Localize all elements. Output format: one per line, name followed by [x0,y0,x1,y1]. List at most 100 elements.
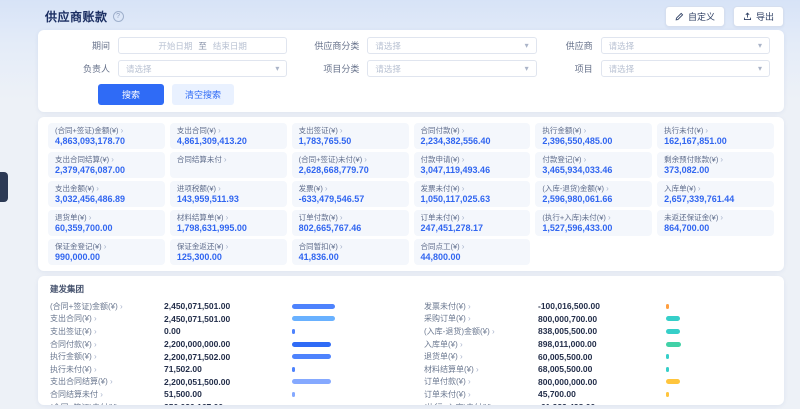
metric-label[interactable]: 执行未付(¥) › [50,364,164,375]
chevron-right-icon: › [94,327,97,336]
chevron-right-icon: › [698,184,701,193]
stat-tile[interactable]: 剩余预付账款(¥) ›373,082.00 [657,152,774,178]
stat-tile[interactable]: 退货单(¥) ›60,359,700.00 [48,210,165,236]
chevron-right-icon: › [94,340,97,349]
supplier-category-select[interactable]: 请选择▾ [367,37,536,54]
stat-tile[interactable]: 材料结算单(¥) ›1,798,631,995.00 [170,210,287,236]
stat-value: 3,047,119,493.46 [421,165,524,175]
metric-label[interactable]: (合同+签证)未付(¥) › [50,402,164,405]
metric-label[interactable]: (执行+入库)未付(¥) › [424,402,538,405]
metric-label[interactable]: 支出签证(¥) › [50,326,164,337]
project-select[interactable]: 请选择▾ [601,60,770,77]
chevron-down-icon: ▾ [758,65,762,73]
metric-bar [292,379,331,384]
stat-tile[interactable]: 保证金返还(¥) ›125,300.00 [170,239,287,265]
chevron-right-icon: › [111,155,114,164]
chevron-right-icon: › [94,352,97,361]
chevron-right-icon: › [120,302,123,311]
stat-tile[interactable]: 合同暂扣(¥) ›41,836.00 [292,239,409,265]
help-icon[interactable]: ? [113,11,124,22]
metric-label[interactable]: 发票未付(¥) › [424,301,538,312]
stat-tile[interactable]: 订单付款(¥) ›802,665,767.46 [292,210,409,236]
metric-label[interactable]: 采购订单(¥) › [424,313,538,324]
metric-row: (入库-退货)金额(¥) ›838,005,500.00 [424,325,772,338]
stat-tile[interactable]: 保证金登记(¥) ›990,000.00 [48,239,165,265]
period-daterange[interactable]: 开始日期至结束日期 [118,37,287,54]
metric-label[interactable]: 支出合同结算(¥) › [50,376,164,387]
chevron-right-icon: › [462,213,465,222]
stat-tile[interactable]: 支出签证(¥) ›1,783,765.50 [292,123,409,149]
stat-value: 1,527,596,433.00 [542,223,645,233]
stat-tile[interactable]: 合同结算未付 › [170,152,287,178]
metric-label[interactable]: 退货单(¥) › [424,351,538,362]
stat-tile[interactable]: 发票(¥) ›-633,479,546.57 [292,181,409,207]
stat-tile[interactable]: 支出合同结算(¥) ›2,379,476,087.00 [48,152,165,178]
chevron-right-icon: › [226,213,229,222]
chevron-right-icon: › [705,126,708,135]
supplier-select[interactable]: 请选择▾ [601,37,770,54]
stat-tile[interactable]: 执行金额(¥) ›2,396,550,485.00 [535,123,652,149]
chevron-right-icon: › [224,155,227,164]
stat-tile[interactable]: 支出金额(¥) ›3,032,456,486.89 [48,181,165,207]
metric-label[interactable]: (入库-退货)金额(¥) › [424,326,538,337]
filter-label: 期间 [52,39,110,52]
chevron-right-icon: › [584,155,587,164]
stat-label: 进项税额(¥) › [177,184,280,193]
stat-tile[interactable]: 入库单(¥) ›2,657,339,761.44 [657,181,774,207]
page-title: 供应商账款 [45,8,108,25]
metric-label[interactable]: 支出合同(¥) › [50,313,164,324]
metric-label[interactable]: (合同+签证)金额(¥) › [50,301,164,312]
stat-tile[interactable]: 订单未付(¥) ›247,451,278.17 [414,210,531,236]
stat-tile[interactable]: 合同点工(¥) ›44,800.00 [414,239,531,265]
clear-search-button[interactable]: 清空搜索 [172,84,234,105]
metric-label[interactable]: 订单付款(¥) › [424,376,538,387]
metric-label[interactable]: 入库单(¥) › [424,339,538,350]
metric-label[interactable]: 订单未付(¥) › [424,389,538,400]
chevron-right-icon: › [89,213,92,222]
stat-label: 合同暂扣(¥) › [299,242,402,251]
stat-value: 1,798,631,995.00 [177,223,280,233]
metric-value: 2,450,071,501.00 [164,301,292,311]
filter-grid: 期间开始日期至结束日期供应商分类请选择▾供应商请选择▾负责人请选择▾项目分类请选… [52,37,770,77]
metric-value: 51,500.00 [164,389,292,399]
stat-label: 执行未付(¥) › [664,126,767,135]
metric-row: 执行金额(¥) ›2,200,071,502.00 [50,350,398,363]
metric-label[interactable]: 执行金额(¥) › [50,351,164,362]
metric-value: 2,200,051,500.00 [164,377,292,387]
stat-tile[interactable]: (合同+签证)金额(¥) ›4,863,093,178.70 [48,123,165,149]
owner-select[interactable]: 请选择▾ [118,60,287,77]
stat-tile[interactable]: 执行未付(¥) ›162,167,851.00 [657,123,774,149]
metric-label[interactable]: 合同付款(¥) › [50,339,164,350]
project-category-select[interactable]: 请选择▾ [367,60,536,77]
search-button[interactable]: 搜索 [98,84,164,105]
stat-tile[interactable]: 发票未付(¥) ›1,050,117,025.63 [414,181,531,207]
stat-label: 保证金返还(¥) › [177,242,280,251]
stat-tile[interactable]: (入库-退货)金额(¥) ›2,596,980,061.66 [535,181,652,207]
stat-value: 1,050,117,025.63 [421,194,524,204]
stat-tile[interactable]: (执行+入库)未付(¥) ›1,527,596,433.00 [535,210,652,236]
drawer-handle[interactable] [0,172,8,202]
filter-label: 项目分类 [295,62,359,75]
metric-label[interactable]: 材料结算单(¥) › [424,364,538,375]
metric-row: (合同+签证)未付(¥) ›250,030,167.00 [50,401,398,405]
metric-value: -61,939,498.00 [538,402,666,405]
customize-button[interactable]: 自定义 [665,6,725,27]
export-label: 导出 [756,10,774,23]
stat-tile[interactable]: 进项税额(¥) ›143,959,511.93 [170,181,287,207]
stat-tile[interactable]: 合同付款(¥) ›2,234,382,556.40 [414,123,531,149]
stat-label: 未返还保证金(¥) › [664,213,767,222]
stat-tile[interactable]: 付款申请(¥) ›3,047,119,493.46 [414,152,531,178]
chevron-right-icon: › [325,184,328,193]
export-button[interactable]: 导出 [733,6,784,27]
stat-label: 订单未付(¥) › [421,213,524,222]
stat-label: (执行+入库)未付(¥) › [542,213,645,222]
metric-bar [292,354,331,359]
stat-tile[interactable]: 未返还保证金(¥) ›864,700.00 [657,210,774,236]
stat-value: 864,700.00 [664,223,767,233]
stat-tile[interactable]: 支出合同(¥) ›4,861,309,413.20 [170,123,287,149]
stat-tile[interactable]: 付款登记(¥) ›3,465,934,033.46 [535,152,652,178]
stat-tile[interactable]: (合同+签证)未付(¥) ›2,628,668,779.70 [292,152,409,178]
metric-value: -100,016,500.00 [538,301,666,311]
group-columns: (合同+签证)金额(¥) ›2,450,071,501.00支出合同(¥) › 2… [50,300,772,405]
metric-label[interactable]: 合同结算未付 › [50,389,164,400]
